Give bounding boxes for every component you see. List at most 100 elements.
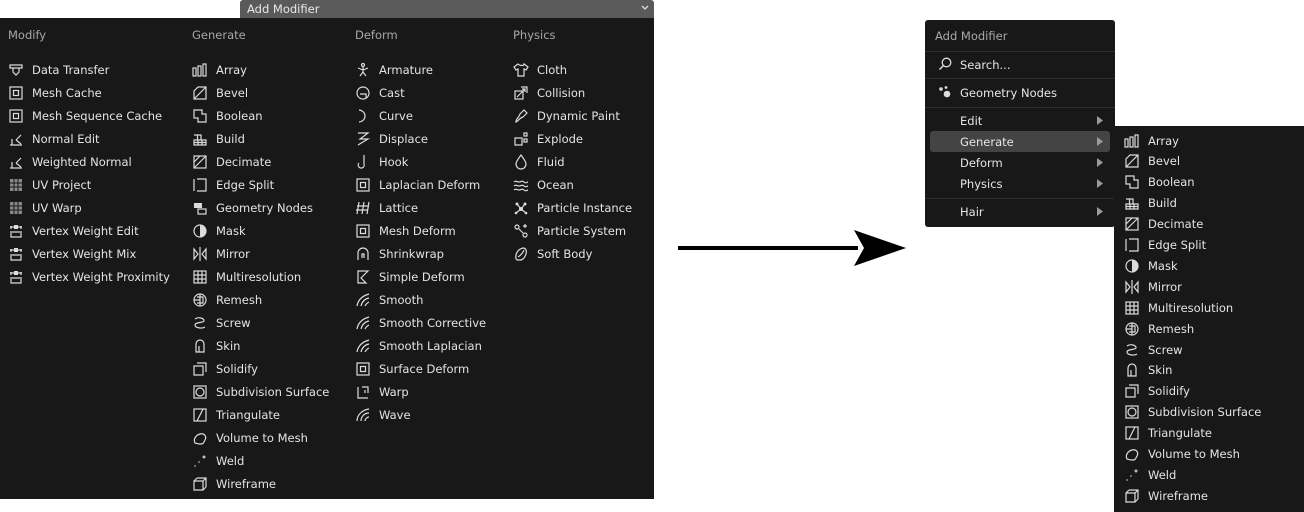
submenu-item-skin[interactable]: Skin: [1124, 360, 1172, 381]
menu-item-vertex-weight-proximity[interactable]: Vertex Weight Proximity: [8, 265, 170, 288]
menu-item-decimate[interactable]: Decimate: [192, 150, 329, 173]
menu-item-particle-system[interactable]: Particle System: [513, 219, 632, 242]
menu-item-solidify[interactable]: Solidify: [192, 357, 329, 380]
generate-column: Array Bevel Boolean Build Decimate Edge Split…: [192, 58, 329, 495]
menu-item-vertex-weight-mix[interactable]: Vertex Weight Mix: [8, 242, 170, 265]
menu-item-build[interactable]: Build: [192, 127, 329, 150]
category-physics[interactable]: Physics: [930, 173, 1110, 194]
add-modifier-dropdown[interactable]: Add Modifier: [240, 0, 654, 18]
menu-item-label: Mesh Deform: [379, 223, 456, 238]
menu-item-cast[interactable]: Cast: [355, 81, 486, 104]
search-menu-item[interactable]: Search...: [930, 54, 1110, 75]
menu-item-wave[interactable]: Wave: [355, 403, 486, 426]
menu-item-wireframe[interactable]: Wireframe: [192, 472, 329, 495]
submenu-item-edge-split[interactable]: Edge Split: [1124, 235, 1206, 256]
submenu-item-bevel[interactable]: Bevel: [1124, 151, 1180, 172]
cloth-icon: [513, 62, 529, 78]
menu-item-geometry-nodes[interactable]: Geometry Nodes: [192, 196, 329, 219]
vertex-weight-icon: [8, 223, 24, 239]
menu-item-normal-edit[interactable]: Normal Edit: [8, 127, 170, 150]
menu-item-smooth[interactable]: Smooth: [355, 288, 486, 311]
warp-icon: [355, 384, 371, 400]
menu-item-particle-instance[interactable]: Particle Instance: [513, 196, 632, 219]
menu-item-fluid[interactable]: Fluid: [513, 150, 632, 173]
submenu-item-mirror[interactable]: Mirror: [1124, 276, 1182, 297]
geometry-nodes-menu-item[interactable]: Geometry Nodes: [930, 82, 1110, 103]
menu-item-surface-deform[interactable]: Surface Deform: [355, 357, 486, 380]
category-hair[interactable]: Hair: [930, 201, 1110, 222]
multiresolution-icon: [1124, 300, 1140, 316]
menu-item-explode[interactable]: Explode: [513, 127, 632, 150]
submenu-item-remesh[interactable]: Remesh: [1124, 318, 1194, 339]
submenu-item-multiresolution[interactable]: Multiresolution: [1124, 297, 1233, 318]
menu-item-edge-split[interactable]: Edge Split: [192, 173, 329, 196]
menu-item-label: Triangulate: [1148, 426, 1213, 441]
submenu-item-build[interactable]: Build: [1124, 193, 1177, 214]
menu-item-weighted-normal[interactable]: Weighted Normal: [8, 150, 170, 173]
menu-item-armature[interactable]: Armature: [355, 58, 486, 81]
menu-item-simple-deform[interactable]: Simple Deform: [355, 265, 486, 288]
menu-item-array[interactable]: Array: [192, 58, 329, 81]
cast-icon: [355, 85, 371, 101]
menu-item-label: Skin: [216, 338, 241, 353]
menu-item-hook[interactable]: Hook: [355, 150, 486, 173]
menu-item-uv-warp[interactable]: UV Warp: [8, 196, 170, 219]
menu-item-mask[interactable]: Mask: [192, 219, 329, 242]
menu-item-smooth-corrective[interactable]: Smooth Corrective: [355, 311, 486, 334]
menu-item-skin[interactable]: Skin: [192, 334, 329, 357]
submenu-item-mask[interactable]: Mask: [1124, 255, 1178, 276]
menu-item-cloth[interactable]: Cloth: [513, 58, 632, 81]
menu-item-curve[interactable]: Curve: [355, 104, 486, 127]
submenu-item-weld[interactable]: Weld: [1124, 464, 1176, 485]
submenu-arrow-icon: [1097, 116, 1103, 125]
menu-item-collision[interactable]: Collision: [513, 81, 632, 104]
menu-item-volume-to-mesh[interactable]: Volume to Mesh: [192, 426, 329, 449]
submenu-item-solidify[interactable]: Solidify: [1124, 381, 1190, 402]
submenu-item-array[interactable]: Array: [1124, 130, 1179, 151]
submenu-item-triangulate[interactable]: Triangulate: [1124, 423, 1212, 444]
category-generate[interactable]: Generate: [930, 131, 1110, 152]
submenu-item-screw[interactable]: Screw: [1124, 339, 1183, 360]
submenu-item-decimate[interactable]: Decimate: [1124, 214, 1203, 235]
menu-item-bevel[interactable]: Bevel: [192, 81, 329, 104]
array-icon: [1124, 133, 1140, 149]
category-deform[interactable]: Deform: [930, 152, 1110, 173]
menu-item-displace[interactable]: Displace: [355, 127, 486, 150]
menu-item-dynamic-paint[interactable]: Dynamic Paint: [513, 104, 632, 127]
menu-item-boolean[interactable]: Boolean: [192, 104, 329, 127]
volume-to-mesh-icon: [1124, 446, 1140, 462]
menu-item-smooth-laplacian[interactable]: Smooth Laplacian: [355, 334, 486, 357]
menu-item-uv-project[interactable]: UV Project: [8, 173, 170, 196]
menu-item-label: Surface Deform: [379, 361, 470, 376]
category-edit[interactable]: Edit: [930, 110, 1110, 131]
menu-item-soft-body[interactable]: Soft Body: [513, 242, 632, 265]
menu-item-data-transfer[interactable]: Data Transfer: [8, 58, 170, 81]
menu-item-multiresolution[interactable]: Multiresolution: [192, 265, 329, 288]
menu-item-label: Wireframe: [216, 476, 276, 491]
menu-item-screw[interactable]: Screw: [192, 311, 329, 334]
menu-item-lattice[interactable]: Lattice: [355, 196, 486, 219]
mesh-deform-icon: [355, 223, 371, 239]
menu-item-label: Skin: [1148, 363, 1173, 378]
menu-item-label: Subdivision Surface: [1148, 405, 1262, 420]
submenu-item-wireframe[interactable]: Wireframe: [1124, 485, 1208, 506]
search-icon: [937, 56, 953, 75]
menu-item-mesh-cache[interactable]: Mesh Cache: [8, 81, 170, 104]
menu-item-mesh-sequence-cache[interactable]: Mesh Sequence Cache: [8, 104, 170, 127]
menu-item-subdivision-surface[interactable]: Subdivision Surface: [192, 380, 329, 403]
remesh-icon: [1124, 321, 1140, 337]
menu-item-warp[interactable]: Warp: [355, 380, 486, 403]
menu-item-laplacian-deform[interactable]: Laplacian Deform: [355, 173, 486, 196]
submenu-item-boolean[interactable]: Boolean: [1124, 172, 1195, 193]
menu-item-remesh[interactable]: Remesh: [192, 288, 329, 311]
menu-item-ocean[interactable]: Ocean: [513, 173, 632, 196]
submenu-item-volume-to-mesh[interactable]: Volume to Mesh: [1124, 444, 1240, 465]
menu-item-mesh-deform[interactable]: Mesh Deform: [355, 219, 486, 242]
menu-item-weld[interactable]: Weld: [192, 449, 329, 472]
decimate-icon: [1124, 216, 1140, 232]
menu-item-mirror[interactable]: Mirror: [192, 242, 329, 265]
menu-item-shrinkwrap[interactable]: Shrinkwrap: [355, 242, 486, 265]
submenu-item-subdivision-surface[interactable]: Subdivision Surface: [1124, 402, 1261, 423]
menu-item-triangulate[interactable]: Triangulate: [192, 403, 329, 426]
menu-item-vertex-weight-edit[interactable]: Vertex Weight Edit: [8, 219, 170, 242]
